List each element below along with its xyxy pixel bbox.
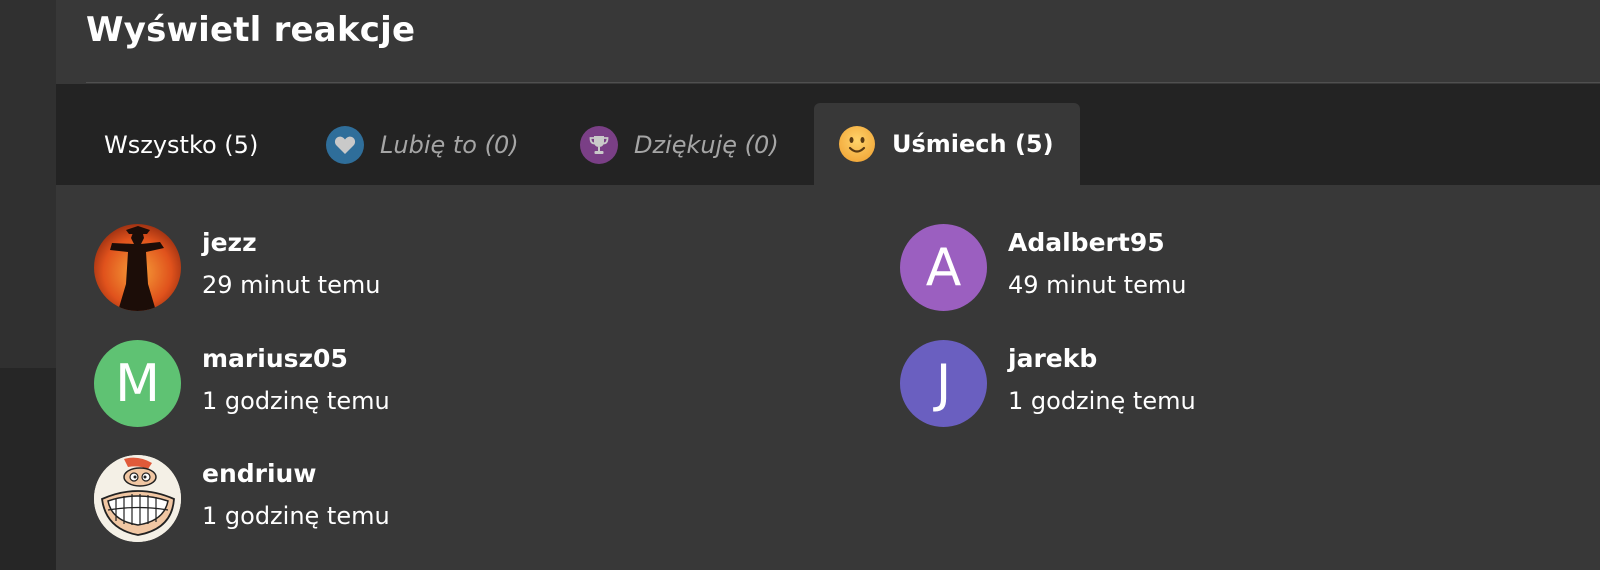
tab-all[interactable]: Wszystko (5) (76, 104, 286, 185)
list-item: A Adalbert95 49 minut temu (900, 224, 1500, 314)
avatar-letter: A (925, 237, 962, 298)
avatar[interactable]: M (94, 340, 181, 427)
tab-like-label: Lubię to (0) (380, 130, 519, 159)
reaction-list: jezz 29 minut temu A Adalbert95 49 minut… (56, 185, 1600, 570)
dialog-title: Wyświetl reakcje (86, 10, 416, 50)
reaction-tab-bar: Wszystko (5) Lubię to (0) Dziękuję (0) U… (56, 84, 1600, 185)
avatar-letter: J (935, 353, 952, 414)
dialog-header: Wyświetl reakcje (86, 0, 1600, 83)
tab-thanks[interactable]: Dziękuję (0) (560, 104, 799, 185)
user-name[interactable]: Adalbert95 (1008, 228, 1165, 257)
user-name[interactable]: jezz (202, 228, 257, 257)
reaction-time: 1 godzinę temu (202, 502, 390, 530)
reaction-time: 1 godzinę temu (202, 387, 390, 415)
reaction-time: 29 minut temu (202, 271, 381, 299)
trophy-icon (580, 125, 618, 164)
reactions-dialog: Wyświetl reakcje Wszystko (5) Lubię to (… (56, 0, 1600, 570)
avatar[interactable] (94, 455, 181, 542)
heart-icon (326, 125, 364, 164)
avatar[interactable]: A (900, 224, 987, 311)
avatar[interactable]: J (900, 340, 987, 427)
tab-smile[interactable]: Uśmiech (5) (814, 103, 1080, 185)
tab-all-label: Wszystko (5) (104, 130, 259, 159)
user-name[interactable]: mariusz05 (202, 344, 348, 373)
tab-like[interactable]: Lubię to (0) (306, 104, 539, 185)
user-name[interactable]: endriuw (202, 459, 316, 488)
list-item: M mariusz05 1 godzinę temu (94, 340, 794, 430)
list-item: endriuw 1 godzinę temu (94, 455, 794, 545)
smiley-icon (838, 125, 876, 163)
list-item: jezz 29 minut temu (94, 224, 794, 314)
list-item: J jarekb 1 godzinę temu (900, 340, 1500, 430)
avatar-letter: M (115, 353, 160, 414)
avatar[interactable] (94, 224, 181, 311)
tab-smile-label: Uśmiech (5) (892, 130, 1054, 158)
user-name[interactable]: jarekb (1008, 344, 1097, 373)
reaction-time: 49 minut temu (1008, 271, 1187, 299)
reaction-time: 1 godzinę temu (1008, 387, 1196, 415)
page-background-panel (0, 368, 56, 570)
tab-thanks-label: Dziękuję (0) (634, 130, 779, 159)
